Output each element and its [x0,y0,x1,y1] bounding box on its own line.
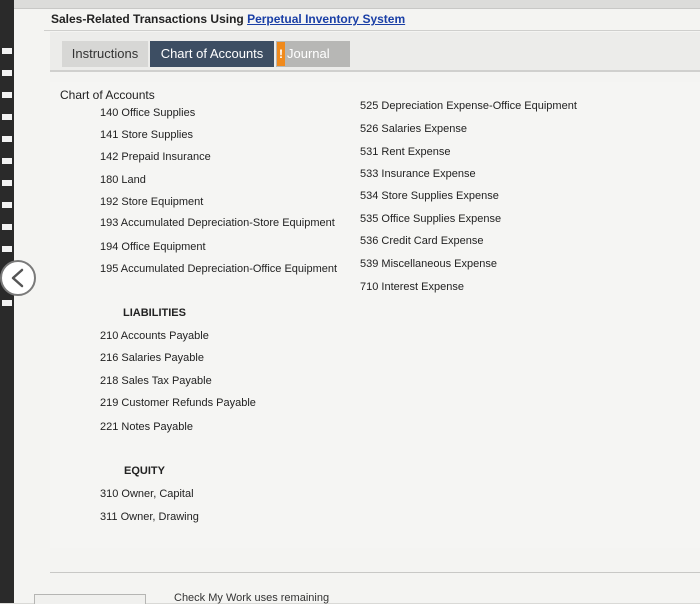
left-edge-strip [0,0,14,603]
strip-tick [2,48,12,54]
account-item: 536 Credit Card Expense [360,235,484,247]
strip-tick [2,246,12,252]
liabilities-heading: LIABILITIES [123,307,186,319]
account-item: 219 Customer Refunds Payable [100,397,256,409]
page-title-prefix: Sales-Related Transactions Using [51,12,248,26]
check-my-work-uses-text: Check My Work uses remaining [174,592,330,604]
strip-tick [2,70,12,76]
warning-icon: ! [277,42,285,66]
footer-divider [50,572,700,573]
strip-tick [2,300,12,306]
account-item: 539 Miscellaneous Expense [360,258,497,270]
strip-tick [2,224,12,230]
account-item: 311 Owner, Drawing [100,511,199,523]
strip-tick [2,180,12,186]
chart-of-accounts-heading: Chart of Accounts [60,88,155,102]
account-item: 216 Salaries Payable [100,352,204,364]
tab-journal[interactable]: ! Journal [276,41,350,67]
account-item: 180 Land [100,174,146,186]
account-item: 141 Store Supplies [100,129,193,141]
account-item: 194 Office Equipment [100,241,206,253]
account-item: 531 Rent Expense [360,146,451,158]
account-item: 534 Store Supplies Expense [360,190,499,202]
chevron-left-icon [11,268,24,288]
account-item: 193 Accumulated Depreciation-Store Equip… [100,217,335,229]
account-item: 192 Store Equipment [100,196,204,208]
account-item: 526 Salaries Expense [360,123,468,135]
top-bar [14,0,700,9]
account-item: 210 Accounts Payable [100,330,209,342]
strip-tick [2,136,12,142]
tab-bar: Instructions Chart of Accounts ! Journal [50,32,700,72]
account-item: 525 Depreciation Expense-Office Equipmen… [360,100,577,112]
tab-instructions[interactable]: Instructions [62,41,148,67]
title-divider [44,30,700,31]
account-item: 195 Accumulated Depreciation-Office Equi… [100,263,338,275]
account-item: 535 Office Supplies Expense [360,213,502,225]
account-item: 310 Owner, Capital [100,488,194,500]
account-item: 142 Prepaid Insurance [100,151,211,163]
strip-tick [2,92,12,98]
equity-heading: EQUITY [124,465,165,477]
account-item: 710 Interest Expense [360,281,464,293]
account-item: 218 Sales Tax Payable [100,375,212,387]
perpetual-inventory-link[interactable]: Perpetual Inventory System [247,12,405,26]
account-item: 140 Office Supplies [100,107,196,119]
page-title: Sales-Related Transactions Using Perpetu… [51,12,405,26]
account-item: 221 Notes Payable [100,421,193,433]
strip-tick [2,114,12,120]
back-button[interactable] [0,260,36,296]
tab-chart-of-accounts[interactable]: Chart of Accounts [150,41,274,67]
strip-tick [2,202,12,208]
chart-of-accounts-panel: Chart of Accounts 140 Office Supplies 14… [50,82,700,548]
strip-tick [2,158,12,164]
tab-journal-label: Journal [287,46,330,61]
account-item: 533 Insurance Expense [360,168,476,180]
page-sheet: Sales-Related Transactions Using Perpetu… [14,0,700,604]
